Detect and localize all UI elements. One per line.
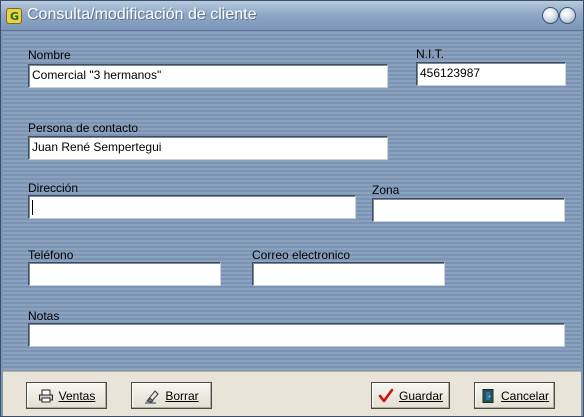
maximize-button[interactable] (559, 7, 576, 24)
form-panel: Nombre Comercial "3 hermanos" N.I.T. 456… (3, 32, 581, 370)
checkmark-icon (378, 388, 394, 404)
direccion-label: Dirección (28, 181, 79, 195)
notas-label: Notas (28, 309, 60, 323)
guardar-label: Guardar (398, 388, 444, 403)
nit-label: N.I.T. (416, 47, 445, 61)
eraser-icon (144, 388, 160, 404)
title-bar[interactable]: G Consulta/modificación de cliente (1, 1, 583, 31)
nit-field[interactable]: 456123987 (416, 62, 566, 86)
borrar-button[interactable]: Borrar (131, 382, 212, 409)
text-caret (32, 200, 33, 215)
telefono-label: Teléfono (28, 248, 74, 262)
correo-field[interactable] (252, 262, 445, 286)
correo-label: Correo electronico (252, 248, 351, 262)
telefono-field[interactable] (28, 262, 221, 286)
minimize-button[interactable] (542, 7, 559, 24)
contacto-label: Persona de contacto (28, 121, 139, 135)
dialog-window: G Consulta/modificación de cliente Nombr… (0, 0, 584, 417)
contacto-field[interactable]: Juan René Sempertegui (28, 136, 388, 160)
notas-field[interactable] (28, 323, 565, 347)
app-icon[interactable]: G (6, 8, 22, 24)
window-title: Consulta/modificación de cliente (27, 6, 257, 23)
nombre-field[interactable]: Comercial "3 hermanos" (28, 64, 388, 88)
cancelar-button[interactable]: Cancelar (474, 382, 555, 409)
borrar-label: Borrar (165, 388, 199, 403)
ventas-label: Ventas (58, 388, 96, 403)
zona-field[interactable] (372, 198, 565, 222)
guardar-button[interactable]: Guardar (371, 382, 450, 409)
zona-label: Zona (372, 183, 400, 197)
ventas-button[interactable]: Ventas (26, 382, 107, 409)
cancelar-label: Cancelar (500, 388, 550, 403)
door-exit-icon (480, 388, 496, 404)
button-bar: Ventas Borrar Guardar Cancelar (3, 371, 581, 416)
nombre-label: Nombre (28, 48, 71, 62)
printer-icon (38, 388, 54, 404)
direccion-field[interactable] (28, 195, 356, 219)
